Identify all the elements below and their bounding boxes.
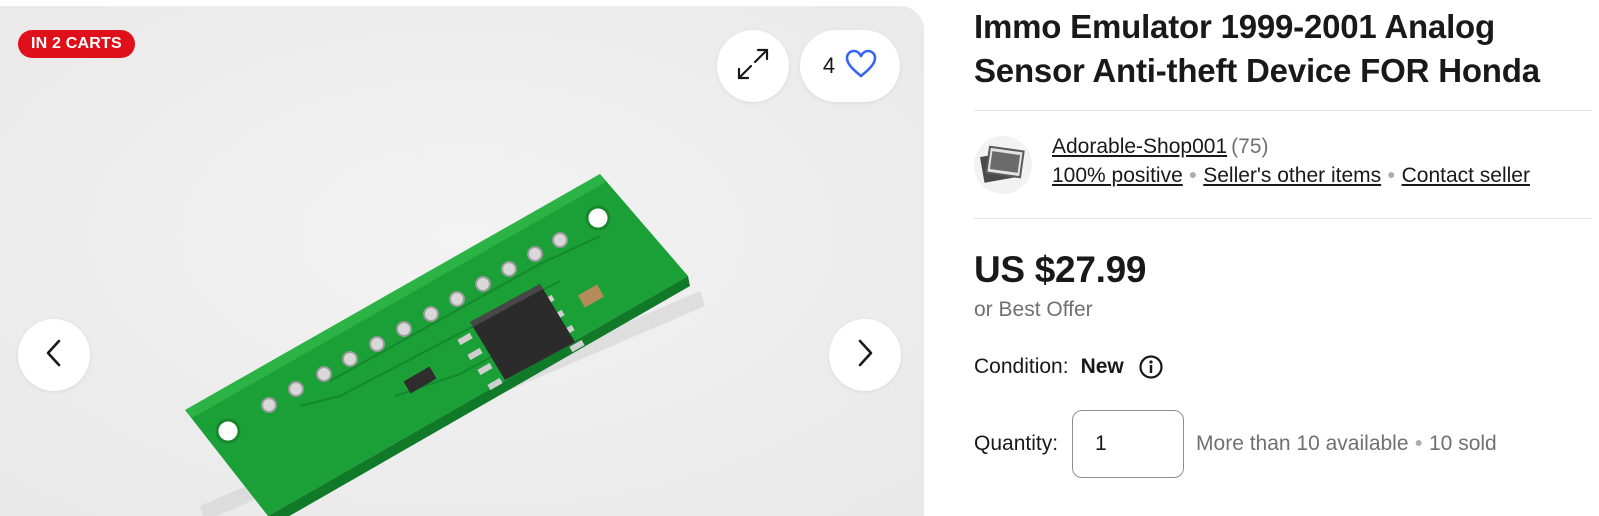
seller-feedback-count: (75)	[1231, 135, 1269, 158]
divider	[974, 218, 1592, 219]
separator-dot: ●	[1387, 166, 1396, 182]
best-offer-label: or Best Offer	[974, 298, 1093, 321]
in-carts-badge: IN 2 CARTS	[18, 30, 135, 58]
listing-title: Immo Emulator 1999-2001 Analog Sensor An…	[974, 8, 1540, 89]
contact-seller-link[interactable]: Contact seller	[1402, 164, 1530, 187]
image-gallery[interactable]: IN 2 CARTS 4	[0, 6, 924, 516]
separator-dot: ●	[1414, 434, 1423, 450]
seller-name-link[interactable]: Adorable-Shop001	[1052, 135, 1227, 158]
condition-value: New	[1080, 355, 1124, 378]
chevron-left-icon	[43, 338, 65, 373]
previous-image-button[interactable]	[18, 319, 90, 391]
watch-button[interactable]: 4	[800, 30, 900, 102]
expand-arrows-icon	[735, 46, 771, 87]
product-photo[interactable]	[0, 6, 924, 516]
info-icon[interactable]	[1138, 354, 1164, 380]
seller-name-row: Adorable-Shop001 (75)	[1052, 135, 1269, 159]
expand-button[interactable]	[717, 30, 789, 102]
positive-feedback-link[interactable]: 100% positive	[1052, 164, 1183, 187]
quantity-input[interactable]	[1072, 410, 1185, 478]
listing-details: Immo Emulator 1999-2001 Analog Sensor An…	[974, 0, 1592, 478]
quantity-row: Quantity: More than 10 available ● 10 sold	[974, 410, 1497, 478]
seller-other-items-link[interactable]: Seller's other items	[1203, 164, 1381, 187]
watch-count: 4	[822, 53, 836, 78]
divider	[974, 110, 1592, 111]
quantity-availability: More than 10 available ● 10 sold	[1196, 432, 1497, 456]
next-image-button[interactable]	[829, 319, 901, 391]
quantity-label: Quantity:	[974, 432, 1059, 455]
seller-card: Adorable-Shop001 (75) 100% positive ● Selle…	[974, 133, 1592, 195]
seller-links: 100% positive ● Seller's other items ● Conta…	[1052, 164, 1530, 188]
condition-label: Condition:	[974, 355, 1069, 378]
condition-row: Condition: New	[974, 354, 1164, 380]
chevron-right-icon	[854, 338, 876, 373]
heart-icon	[845, 49, 877, 84]
price: US $27.99	[974, 249, 1147, 290]
separator-dot: ●	[1188, 166, 1198, 182]
available-text: More than 10 available	[1196, 432, 1409, 455]
store-photo-icon	[974, 145, 1032, 194]
seller-avatar[interactable]	[974, 136, 1032, 194]
sold-count: 10 sold	[1429, 432, 1497, 455]
